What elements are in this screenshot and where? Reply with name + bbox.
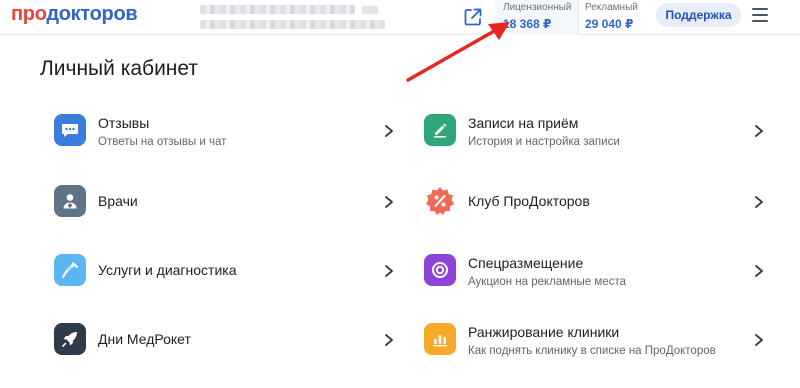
tile-clinic-ranking[interactable]: Ранжирование клиники Как поднять клинику… xyxy=(410,314,765,368)
chevron-right-icon xyxy=(385,265,393,277)
tile-reviews[interactable]: Отзывы Ответы на отзывы и чат xyxy=(40,105,395,159)
advertising-balance[interactable]: Рекламный 29 040 ₽ xyxy=(579,0,649,35)
page: продокторов Лицензионный 18 368 ₽ Реклам… xyxy=(0,0,800,388)
chevron-right-icon xyxy=(385,334,393,346)
tile-title: Услуги и диагностика xyxy=(98,262,237,278)
chevron-right-icon xyxy=(385,125,393,137)
advertising-balance-label: Рекламный xyxy=(585,2,638,13)
prodoktorov-logo[interactable]: продокторов xyxy=(11,3,138,25)
tile-doctors[interactable]: Врачи xyxy=(40,176,395,230)
syringe-icon xyxy=(54,254,86,286)
chevron-right-icon xyxy=(755,196,763,208)
blurred-clinic-extra xyxy=(362,6,378,14)
tile-special-placement[interactable]: Спецразмещение Аукцион на рекламные мест… xyxy=(410,245,765,299)
chevron-right-icon xyxy=(755,265,763,277)
logo-part-pro: про xyxy=(11,3,47,25)
blurred-clinic-address xyxy=(200,20,385,29)
blurred-clinic-name xyxy=(200,5,355,14)
chevron-right-icon xyxy=(385,196,393,208)
tile-subtitle: Ответы на отзывы и чат xyxy=(98,136,227,148)
tile-subtitle: Аукцион на рекламные места xyxy=(468,276,626,288)
external-link-icon[interactable] xyxy=(462,6,484,28)
logo-part-doktorov: докторов xyxy=(46,3,138,25)
license-balance-label: Лицензионный xyxy=(503,2,572,13)
bar-chart-icon xyxy=(424,323,456,355)
top-header: продокторов Лицензионный 18 368 ₽ Реклам… xyxy=(0,0,800,35)
tile-club[interactable]: Клуб ПроДокторов xyxy=(410,176,765,230)
tile-title: Спецразмещение xyxy=(468,255,584,271)
doctor-icon xyxy=(54,185,86,217)
tile-subtitle: История и настройка записи xyxy=(468,136,620,148)
pencil-icon xyxy=(424,114,456,146)
tile-title: Врачи xyxy=(98,193,138,209)
percent-badge-icon xyxy=(424,185,456,217)
tile-appointments[interactable]: Записи на приём История и настройка запи… xyxy=(410,105,765,159)
tile-medrocket-days[interactable]: Дни МедРокет xyxy=(40,314,395,368)
menu-icon[interactable] xyxy=(752,8,768,22)
page-title: Личный кабинет xyxy=(40,57,198,80)
tile-subtitle: Как поднять клинику в списке на ПроДокто… xyxy=(468,345,716,357)
support-button[interactable]: Поддержка xyxy=(656,3,741,27)
tile-title: Клуб ПроДокторов xyxy=(468,193,590,209)
target-icon xyxy=(424,254,456,286)
rocket-icon xyxy=(54,323,86,355)
tile-title: Дни МедРокет xyxy=(98,331,191,347)
chat-icon xyxy=(54,114,86,146)
chevron-right-icon xyxy=(755,334,763,346)
tile-title: Записи на приём xyxy=(468,115,579,131)
advertising-balance-value: 29 040 ₽ xyxy=(585,17,634,31)
tile-title: Отзывы xyxy=(98,115,150,131)
license-balance-value: 18 368 ₽ xyxy=(503,17,552,31)
license-balance[interactable]: Лицензионный 18 368 ₽ xyxy=(495,0,579,35)
chevron-right-icon xyxy=(755,125,763,137)
tile-title: Ранжирование клиники xyxy=(468,324,620,340)
tile-services[interactable]: Услуги и диагностика xyxy=(40,245,395,299)
